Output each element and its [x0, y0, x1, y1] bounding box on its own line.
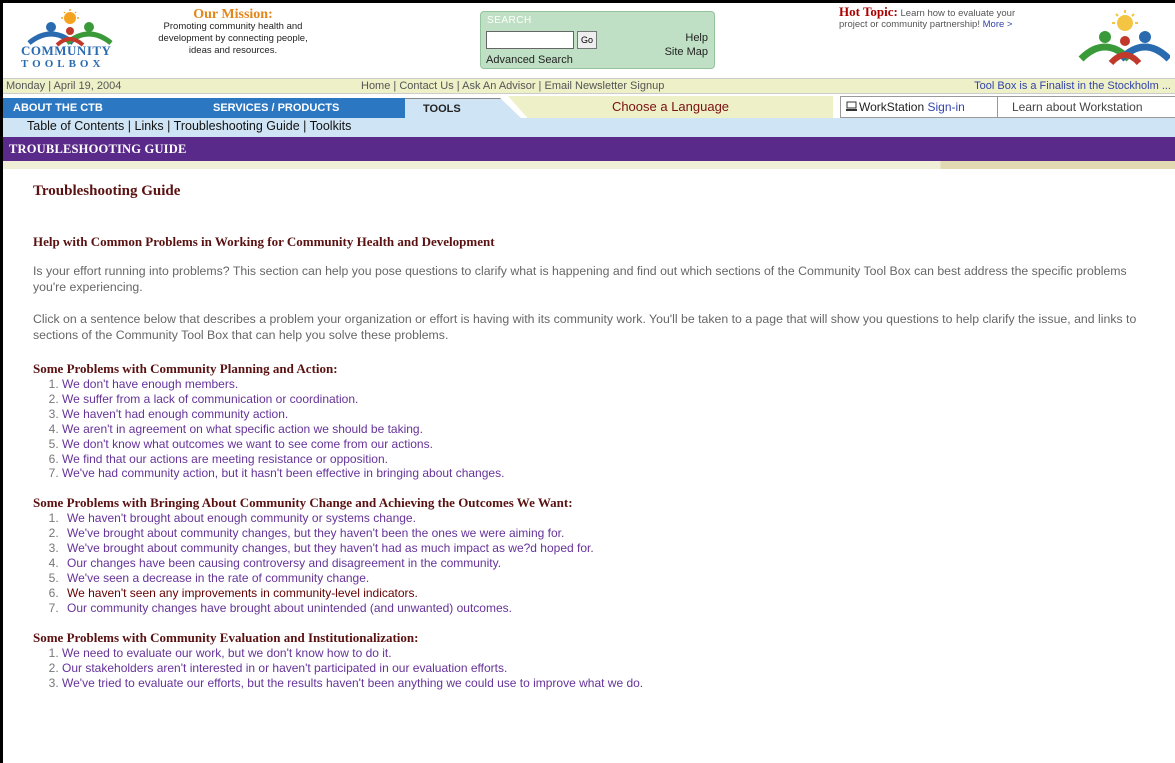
list-item: Our community changes have brought about…: [62, 601, 1175, 616]
current-date: Monday | April 19, 2004: [6, 80, 122, 92]
problem-link[interactable]: We haven't had enough community action.: [62, 407, 288, 421]
tools-subnav: Table of Contents | Links | Troubleshoot…: [3, 118, 1175, 137]
choose-language-button[interactable]: Choose a Language: [508, 96, 833, 118]
main-tabs: ABOUT THE CTB SERVICES / PRODUCTS Choose…: [3, 94, 1175, 118]
tab-services-label: SERVICES / PRODUCTS: [213, 102, 340, 114]
problem-link[interactable]: We haven't brought about enough communit…: [67, 511, 416, 525]
search-input[interactable]: [486, 31, 574, 49]
list-item: We've brought about community changes, b…: [62, 541, 1175, 556]
workstation-signin[interactable]: WorkStation Sign-in: [840, 96, 998, 118]
list-item: We've had community action, but it hasn'…: [62, 466, 1175, 481]
list-item: We find that our actions are meeting res…: [62, 452, 1175, 467]
mission-line-2: development by connecting people,: [158, 33, 308, 44]
mission-line-1: Promoting community health and: [163, 21, 303, 32]
hot-topic-more-link[interactable]: More >: [983, 19, 1013, 30]
group-heading-planning: Some Problems with Community Planning an…: [33, 361, 338, 376]
list-item: We suffer from a lack of communication o…: [62, 392, 1175, 407]
decorative-stripe: [3, 161, 1175, 169]
workstation-signin-link[interactable]: Sign-in: [927, 100, 964, 114]
list-item: We've seen a decrease in the rate of com…: [62, 571, 1175, 586]
list-item: We've brought about community changes, b…: [62, 526, 1175, 541]
tab-tools[interactable]: TOOLS: [405, 98, 521, 118]
tab-tools-label: TOOLS: [423, 103, 461, 115]
date-nav-bar: Monday | April 19, 2004 Home | Contact U…: [3, 78, 1175, 94]
page-title: Troubleshooting Guide: [33, 183, 181, 199]
list-item: Our changes have been causing controvers…: [62, 556, 1175, 571]
problem-list-planning: We don't have enough members. We suffer …: [33, 377, 1175, 481]
subnav-toolkits[interactable]: Toolkits: [310, 119, 352, 133]
list-item: We haven't seen any improvements in comm…: [62, 586, 1175, 601]
people-decoration-icon: [1078, 10, 1170, 66]
problem-link[interactable]: We've brought about community changes, b…: [67, 541, 594, 555]
hot-topic: Hot Topic: Learn how to evaluate your pr…: [839, 4, 1044, 30]
problem-link[interactable]: We've tried to evaluate our efforts, but…: [62, 676, 643, 690]
intro-paragraph-1: Is your effort running into problems? Th…: [33, 264, 1127, 294]
problem-link[interactable]: We've seen a decrease in the rate of com…: [67, 571, 369, 585]
news-ticker-link[interactable]: Tool Box is a Finalist in the Stockholm …: [974, 80, 1171, 92]
problem-link[interactable]: We don't have enough members.: [62, 377, 238, 391]
section-title-bar: TROUBLESHOOTING GUIDE: [3, 137, 1175, 161]
intro-paragraph-2: Click on a sentence below that describes…: [33, 312, 1137, 342]
subnav-table-of-contents[interactable]: Table of Contents: [27, 119, 124, 133]
help-link[interactable]: Help: [685, 32, 708, 44]
list-item: We need to evaluate our work, but we don…: [62, 646, 1175, 661]
workstation-icon: [846, 101, 857, 111]
logo-word-toolbox: TOOLBOX: [21, 58, 105, 70]
tab-about-ctb[interactable]: ABOUT THE CTB: [3, 98, 189, 118]
site-header: COMMUNITY TOOLBOX Our Mission: Promoting…: [3, 3, 1175, 78]
list-item: We don't have enough members.: [62, 377, 1175, 392]
logo-word-community: COMMUNITY: [21, 43, 112, 58]
mission-line-3: ideas and resources.: [188, 45, 278, 56]
list-item: We aren't in agreement on what specific …: [62, 422, 1175, 437]
group-heading-change: Some Problems with Bringing About Commun…: [33, 495, 573, 511]
problem-link[interactable]: We aren't in agreement on what specific …: [62, 422, 423, 436]
nav-newsletter-link[interactable]: Email Newsletter Signup: [544, 80, 664, 92]
page-heading: Help with Common Problems in Working for…: [33, 234, 495, 249]
list-item: We don't know what outcomes we want to s…: [62, 437, 1175, 452]
subnav-troubleshooting-guide[interactable]: Troubleshooting Guide: [174, 119, 300, 133]
search-go-button[interactable]: Go: [577, 31, 597, 49]
problem-link[interactable]: We need to evaluate our work, but we don…: [62, 646, 392, 660]
mission-title: Our Mission:: [193, 7, 273, 22]
list-item: We haven't had enough community action.: [62, 407, 1175, 422]
advanced-search-link[interactable]: Advanced Search: [486, 54, 573, 66]
search-box: SEARCH Go Advanced Search Help Site Map: [480, 11, 715, 69]
workstation-label: WorkStation: [859, 100, 925, 114]
problem-list-evaluation: We need to evaluate our work, but we don…: [33, 646, 1175, 691]
learn-about-workstation-link[interactable]: Learn about Workstation: [998, 96, 1175, 118]
group-heading-evaluation: Some Problems with Community Evaluation …: [33, 629, 419, 645]
problem-link[interactable]: We don't know what outcomes we want to s…: [62, 437, 433, 451]
tab-services-products[interactable]: SERVICES / PRODUCTS: [183, 98, 405, 118]
problem-link[interactable]: We've brought about community changes, b…: [67, 526, 564, 540]
nav-ask-advisor-link[interactable]: Ask An Advisor: [462, 80, 535, 92]
problem-link[interactable]: We've had community action, but it hasn'…: [62, 466, 504, 480]
search-label: SEARCH: [487, 15, 532, 26]
nav-contact-link[interactable]: Contact Us: [399, 80, 453, 92]
mission-statement: Our Mission: Promoting community health …: [133, 8, 333, 57]
problem-link[interactable]: Our stakeholders aren't interested in or…: [62, 661, 507, 675]
problem-list-change: We haven't brought about enough communit…: [33, 511, 1175, 615]
nav-home-link[interactable]: Home: [361, 80, 390, 92]
problem-link[interactable]: We find that our actions are meeting res…: [62, 452, 388, 466]
subnav-links[interactable]: Links: [135, 119, 164, 133]
problem-link[interactable]: Our community changes have brought about…: [67, 601, 512, 615]
community-toolbox-logo[interactable]: COMMUNITY TOOLBOX: [15, 9, 125, 73]
problem-link[interactable]: We suffer from a lack of communication o…: [62, 392, 358, 406]
list-item: Our stakeholders aren't interested in or…: [62, 661, 1175, 676]
problem-link[interactable]: Our changes have been causing controvers…: [67, 556, 501, 570]
list-item: We haven't brought about enough communit…: [62, 511, 1175, 526]
top-nav-links: Home | Contact Us | Ask An Advisor | Ema…: [361, 80, 665, 92]
hot-topic-title: Hot Topic:: [839, 4, 898, 19]
list-item: We've tried to evaluate our efforts, but…: [62, 676, 1175, 691]
main-content: Troubleshooting Guide Help with Common P…: [3, 183, 1175, 690]
problem-link-visited[interactable]: We haven't seen any improvements in comm…: [67, 586, 418, 600]
site-map-link[interactable]: Site Map: [665, 46, 708, 58]
